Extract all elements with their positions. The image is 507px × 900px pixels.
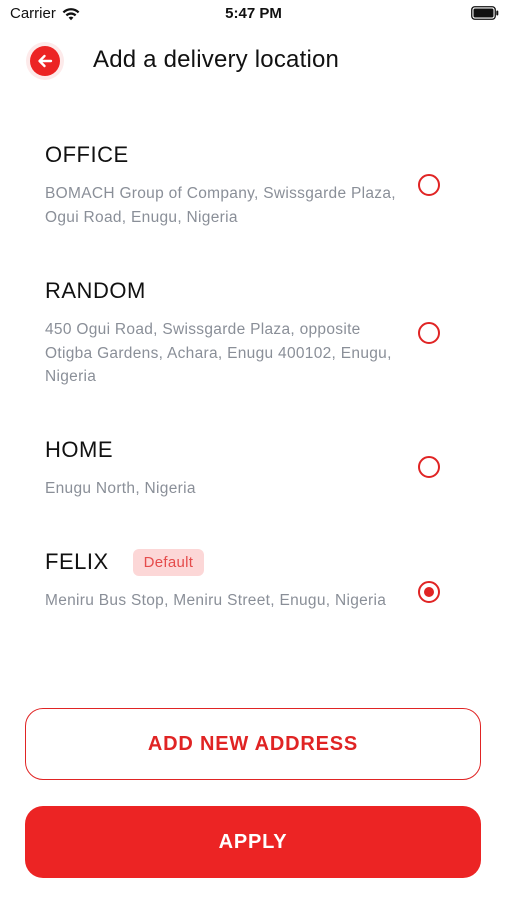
add-new-address-button[interactable]: ADD NEW ADDRESS (25, 708, 481, 780)
screen: Carrier 5:47 PM Add a delivery location (0, 0, 507, 900)
status-bar: Carrier 5:47 PM (0, 0, 507, 28)
address-radio-office[interactable] (418, 174, 440, 196)
address-item-home[interactable]: HOME Enugu North, Nigeria (0, 435, 507, 501)
back-button-circle (30, 46, 60, 76)
arrow-left-icon (38, 54, 53, 68)
address-item-random[interactable]: RANDOM 450 Ogui Road, Swissgarde Plaza, … (0, 276, 507, 389)
address-name-row: OFFICE (45, 140, 397, 170)
address-radio-felix[interactable] (418, 581, 440, 603)
address-name: RANDOM (45, 278, 146, 303)
apply-button[interactable]: APPLY (25, 806, 481, 878)
battery-icon (471, 6, 499, 20)
address-name-row: RANDOM (45, 276, 397, 306)
address-name-row: HOME (45, 435, 397, 465)
default-badge: Default (132, 548, 205, 576)
address-text: BOMACH Group of Company, Swissgarde Plaz… (45, 185, 396, 226)
address-item-felix[interactable]: FELIX Default Meniru Bus Stop, Meniru St… (0, 547, 507, 613)
address-text: 450 Ogui Road, Swissgarde Plaza, opposit… (45, 321, 392, 385)
address-name: FELIX (45, 549, 109, 574)
back-button[interactable] (26, 42, 64, 80)
status-time: 5:47 PM (225, 5, 282, 22)
page-title: Add a delivery location (93, 46, 340, 73)
address-name: HOME (45, 437, 113, 462)
address-name-row: FELIX Default (45, 547, 397, 577)
address-radio-home[interactable] (418, 456, 440, 478)
address-name: OFFICE (45, 142, 129, 167)
address-text: Meniru Bus Stop, Meniru Street, Enugu, N… (45, 592, 387, 609)
address-radio-random[interactable] (418, 322, 440, 344)
address-item-office[interactable]: OFFICE BOMACH Group of Company, Swissgar… (0, 140, 507, 229)
header: Add a delivery location (0, 40, 507, 82)
address-text: Enugu North, Nigeria (45, 480, 196, 497)
